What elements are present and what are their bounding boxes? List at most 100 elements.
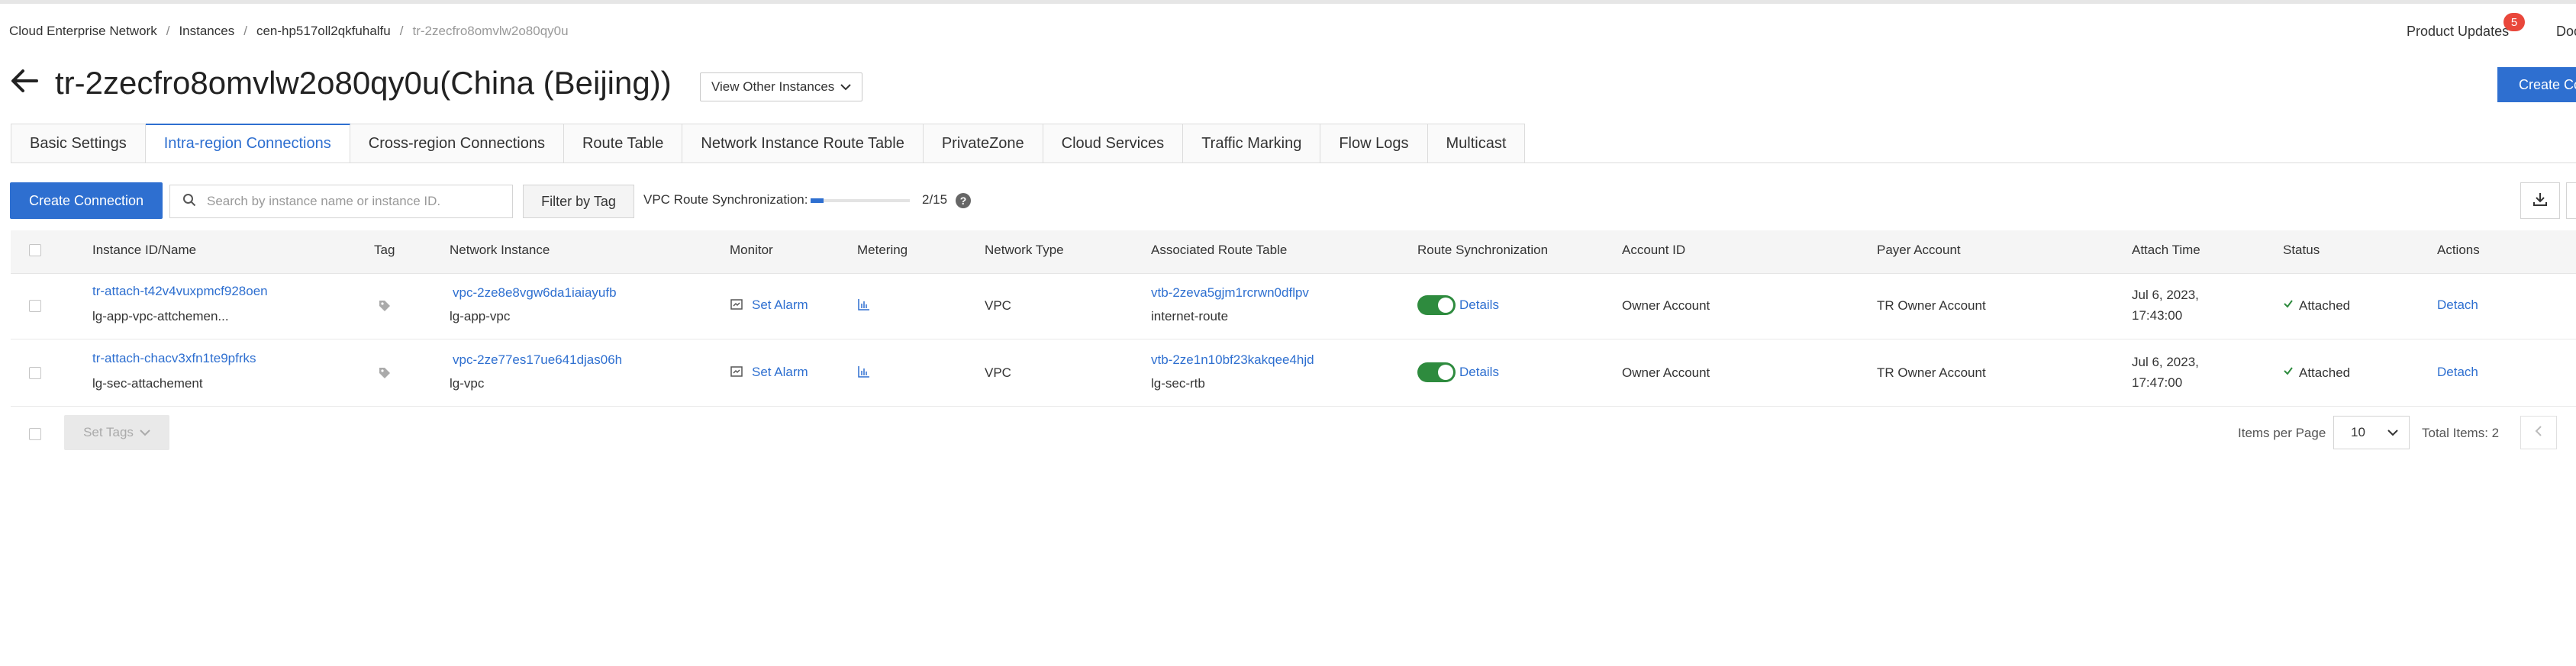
tab-cross-region-connections[interactable]: Cross-region Connections (350, 124, 564, 163)
set-tags-label: Set Tags (83, 425, 134, 439)
column-header-route-sync: Route Synchronization (1417, 243, 1549, 257)
column-header-monitor: Monitor (730, 243, 773, 257)
search-input[interactable] (205, 193, 498, 210)
row-checkbox[interactable] (29, 367, 41, 379)
breadcrumb-item-cen-instance[interactable]: cen-hp517oll2qkfuhalfu (256, 24, 391, 39)
check-icon (2283, 365, 2294, 380)
breadcrumb-item-instances[interactable]: Instances (179, 24, 234, 39)
filter-by-tag-button[interactable]: Filter by Tag (523, 185, 634, 218)
download-icon (2532, 191, 2549, 211)
column-header-network-type: Network Type (985, 243, 1064, 257)
route-table-name: lg-sec-rtb (1151, 376, 1205, 391)
items-per-page-label: Items per Page (2238, 426, 2326, 440)
route-table-link[interactable]: vtb-2zeva5gjm1rcrwn0dflpv (1151, 285, 1309, 301)
tab-traffic-marking[interactable]: Traffic Marking (1183, 124, 1321, 163)
vpc-sync-label: VPC Route Synchronization: (643, 192, 808, 207)
product-updates-link[interactable]: Product Updates (2407, 24, 2509, 40)
help-icon[interactable]: ? (956, 193, 971, 208)
tab-basic-settings[interactable]: Basic Settings (11, 124, 146, 163)
vpc-sync-count: 2/15 (922, 192, 948, 207)
updates-badge: 5 (2503, 13, 2525, 31)
breadcrumb: Cloud Enterprise Network / Instances / c… (9, 22, 569, 40)
detach-link[interactable]: Detach (2437, 365, 2478, 380)
alarm-icon (730, 298, 743, 315)
attach-time: 17:43:00 (2132, 308, 2183, 323)
top-strip (0, 0, 2576, 4)
tab-intra-region-connections[interactable]: Intra-region Connections (145, 124, 350, 163)
search-box (169, 185, 513, 218)
search-icon (182, 193, 196, 211)
tab-privatezone[interactable]: PrivateZone (923, 124, 1043, 163)
back-arrow-icon[interactable] (8, 64, 41, 98)
route-table-name: internet-route (1151, 309, 1229, 323)
tab-divider (11, 162, 2576, 163)
tag-icon[interactable] (378, 299, 392, 313)
select-all-checkbox[interactable] (29, 244, 41, 256)
column-header-attach-time: Attach Time (2132, 243, 2200, 257)
tab-route-table[interactable]: Route Table (563, 124, 683, 163)
total-items: Total Items: 2 (2422, 426, 2500, 440)
metering-chart-icon[interactable] (857, 365, 871, 382)
chevron-down-icon (140, 425, 150, 440)
breadcrumb-item-cen[interactable]: Cloud Enterprise Network (9, 24, 157, 39)
footer-select-all-checkbox[interactable] (29, 428, 41, 440)
route-sync-toggle[interactable] (1417, 295, 1456, 315)
create-connection-button[interactable]: Create Connection (10, 182, 163, 219)
check-icon (2283, 298, 2294, 313)
column-header-metering: Metering (857, 243, 908, 257)
breadcrumb-separator: / (166, 24, 170, 38)
metering-chart-icon[interactable] (857, 298, 871, 315)
instance-id-link[interactable]: tr-attach-t42v4vuxpmcf928oen (92, 284, 268, 299)
tab-flow-logs[interactable]: Flow Logs (1320, 124, 1428, 163)
detach-link[interactable]: Detach (2437, 298, 2478, 313)
alarm-icon (730, 365, 743, 382)
items-per-page-value: 10 (2351, 425, 2365, 439)
create-button-top[interactable]: Create Co (2497, 67, 2576, 102)
network-instance-name: lg-vpc (450, 376, 485, 391)
network-instance-link[interactable]: vpc-2ze8e8vgw6da1iaiayufb (453, 285, 617, 301)
chevron-down-icon (840, 79, 851, 95)
column-header-account-id: Account ID (1622, 243, 1686, 257)
download-button[interactable] (2520, 182, 2560, 219)
chevron-left-icon (2534, 425, 2543, 441)
column-settings-button[interactable] (2566, 182, 2576, 219)
previous-page-button[interactable] (2520, 416, 2557, 449)
breadcrumb-current: tr-2zecfro8omvlw2o80qy0u (412, 24, 569, 38)
column-header-status: Status (2283, 243, 2320, 257)
attach-time: 17:47:00 (2132, 375, 2183, 390)
tab-cloud-services[interactable]: Cloud Services (1043, 124, 1184, 163)
tab-bar: Basic Settings Intra-region Connections … (11, 124, 1526, 163)
network-instance-name: lg-app-vpc (450, 309, 511, 323)
column-header-tag: Tag (374, 243, 395, 257)
route-sync-details-link[interactable]: Details (1459, 298, 1499, 313)
set-alarm-link[interactable]: Set Alarm (752, 298, 808, 313)
breadcrumb-separator: / (243, 24, 247, 38)
account-id: Owner Account (1622, 298, 1710, 313)
route-sync-details-link[interactable]: Details (1459, 365, 1499, 380)
instance-name: lg-app-vpc-attchemen... (92, 309, 229, 323)
network-instance-link[interactable]: vpc-2ze77es17ue641djas06h (453, 352, 622, 368)
chevron-down-icon (2387, 425, 2398, 440)
payer-account: TR Owner Account (1877, 365, 1986, 380)
instance-id-link[interactable]: tr-attach-chacv3xfn1te9pfrks (92, 351, 256, 366)
column-header-payer-account: Payer Account (1877, 243, 1961, 257)
set-tags-button[interactable]: Set Tags (64, 415, 169, 450)
page-title: tr-2zecfro8omvlw2o80qy0u(China (Beijing)… (55, 65, 672, 101)
row-checkbox[interactable] (29, 300, 41, 312)
set-alarm-link[interactable]: Set Alarm (752, 365, 808, 380)
route-table-link[interactable]: vtb-2ze1n10bf23kakqee4hjd (1151, 352, 1314, 368)
account-id: Owner Account (1622, 365, 1710, 380)
column-header-instance: Instance ID/Name (92, 243, 197, 257)
status-text: Attached (2299, 365, 2351, 380)
status-text: Attached (2299, 298, 2351, 313)
docs-link[interactable]: Doc (2556, 24, 2576, 40)
items-per-page-select[interactable]: 10 (2333, 416, 2410, 449)
tag-icon[interactable] (378, 366, 392, 380)
view-other-instances-button[interactable]: View Other Instances (700, 72, 863, 101)
tab-network-instance-route-table[interactable]: Network Instance Route Table (682, 124, 924, 163)
payer-account: TR Owner Account (1877, 298, 1986, 313)
instance-name: lg-sec-attachement (92, 376, 203, 391)
route-sync-toggle[interactable] (1417, 362, 1456, 382)
tab-multicast[interactable]: Multicast (1427, 124, 1526, 163)
vpc-sync-progress-fill (811, 198, 824, 203)
